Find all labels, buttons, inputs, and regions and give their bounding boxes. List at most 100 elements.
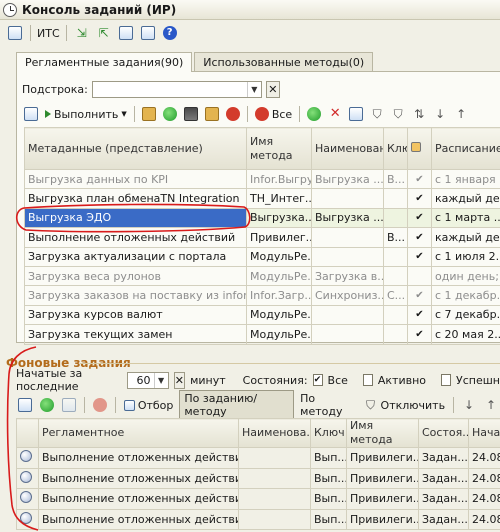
cell-start: 24.08 — [468, 488, 500, 510]
cell-method: Привилеги... — [346, 508, 419, 531]
table-row[interactable]: Выполнение отложенных действий Вып... Прив… — [16, 447, 500, 469]
separator — [299, 106, 301, 122]
cell-name: Загрузка веса рулонов — [24, 265, 247, 287]
copy-button[interactable] — [60, 396, 78, 414]
add-button[interactable] — [38, 396, 56, 414]
cell-key: С... — [383, 285, 408, 306]
col-scheduled[interactable]: Регламентное — [38, 418, 239, 448]
list-button[interactable] — [139, 24, 157, 42]
col-use[interactable] — [407, 127, 432, 170]
sort-filter-button[interactable]: ⇅ — [410, 105, 428, 123]
import-button[interactable]: ⇱ — [95, 24, 113, 42]
col-icon[interactable] — [16, 418, 39, 448]
by-task-button[interactable]: По заданию/методу — [179, 390, 295, 420]
table-row[interactable]: Выгрузка ЭДО Выгрузка... Выгрузка ... ✔ с 1 … — [24, 207, 500, 229]
cell-name: Загрузка заказов на поставку из infor — [24, 285, 247, 306]
key-button[interactable] — [140, 105, 158, 123]
cell-method: Привилеги... — [346, 488, 419, 510]
clear-filter-button[interactable]: ✕ — [265, 80, 280, 98]
table-row[interactable]: Выгрузка план обменаTN Integration TH_Инт… — [24, 188, 500, 209]
form-icon — [8, 26, 22, 40]
cell-icon — [16, 467, 39, 490]
sort-desc-button[interactable]: ↑ — [452, 105, 470, 123]
col-method[interactable]: Имя метода — [246, 127, 312, 170]
table-row[interactable]: Загрузка текущих замен МодульРе... ✔ с 20 м… — [24, 324, 500, 345]
state-success-checkbox[interactable] — [441, 374, 452, 386]
upload-button[interactable] — [203, 105, 221, 123]
table-row[interactable]: Загрузка веса рулонов МодульРе... Загрузка… — [24, 265, 500, 287]
copy-button[interactable] — [182, 105, 200, 123]
title-bar: Консоль заданий (ИР) — [0, 0, 500, 20]
selection-button[interactable]: Отбор — [122, 399, 176, 412]
job-icon — [20, 491, 32, 504]
col-method[interactable]: Имя метода — [346, 418, 419, 448]
cell-key — [383, 246, 408, 267]
tab-scheduled-tasks[interactable]: Регламентные задания(90) — [16, 52, 193, 72]
clear-filter-button[interactable]: ⛉ — [389, 105, 407, 123]
new-window-button[interactable] — [117, 24, 135, 42]
form-settings-button[interactable] — [6, 24, 24, 42]
cancel-button[interactable] — [91, 396, 109, 414]
filter-button[interactable]: ⛉ — [368, 105, 386, 123]
enable-button[interactable] — [161, 105, 179, 123]
col-start[interactable]: Нача — [468, 418, 500, 448]
table-row[interactable]: Выполнение отложенных действий Привилег..… — [24, 227, 500, 248]
col-key[interactable]: Ключ — [383, 127, 408, 170]
cell-key: В... — [383, 227, 408, 248]
table-row[interactable]: Выполнение отложенных действий Вып... Прив… — [16, 488, 500, 510]
job-icon — [20, 470, 32, 483]
cell-use: ✔ — [407, 188, 432, 209]
disable-button[interactable] — [224, 105, 242, 123]
its-button[interactable]: ИТС — [37, 24, 60, 42]
background-jobs-table: Регламентное Наименова... Ключ Имя метод… — [16, 418, 500, 531]
sort-desc-button[interactable]: ↑ — [482, 396, 500, 414]
state-active-checkbox[interactable] — [362, 374, 373, 386]
tab-used-methods[interactable]: Использованные методы(0) — [194, 52, 374, 71]
table-header: Метаданные (представление) Имя метода На… — [24, 127, 500, 170]
cell-schedule: один день; ... — [431, 265, 500, 287]
cell-method: Выгрузка... — [246, 207, 312, 229]
state-label: Состояния: — [242, 373, 308, 387]
table-row[interactable]: Загрузка актуализации с портала МодульРе.… — [24, 246, 500, 267]
col-schedule[interactable]: Расписание — [431, 127, 500, 170]
cell-key — [383, 304, 408, 326]
cell-method: TH_Интег... — [246, 188, 312, 209]
cell-name: Выполнение отложенных действий — [24, 227, 247, 248]
cell-use: ✔ — [407, 168, 432, 190]
all-button[interactable]: Все — [253, 107, 294, 121]
help-button[interactable]: ? — [161, 24, 179, 42]
table-row[interactable]: Загрузка курсов валют МодульРе... ✔ с 7 дек… — [24, 304, 500, 326]
sort-asc-button[interactable]: ↓ — [460, 396, 478, 414]
table-row[interactable]: Выполнение отложенных действий Вып... Прив… — [16, 467, 500, 490]
filter-input[interactable]: ▼ — [91, 80, 262, 98]
by-method-button[interactable]: По методу — [298, 392, 357, 418]
table-row[interactable]: Загрузка заказов на поставку из infor Inf… — [24, 285, 500, 306]
col-metadata[interactable]: Метаданные (представление) — [24, 127, 247, 170]
delete-button[interactable]: ✕ — [326, 105, 344, 123]
export-button[interactable]: ⇲ — [73, 24, 91, 42]
cell-title — [311, 188, 384, 209]
form-settings-button[interactable] — [22, 105, 40, 123]
col-title[interactable]: Наименование — [311, 127, 384, 170]
cell-schedule: с 1 марта ... — [431, 207, 500, 229]
background-toolbar: Отбор По заданию/методу По методу ⛉ Отклю… — [16, 390, 500, 420]
chevron-down-icon[interactable]: ▼ — [153, 372, 168, 388]
disable-button[interactable]: ⛉ Отключить — [362, 398, 448, 412]
cell-method: МодульРе... — [246, 246, 312, 267]
cell-state: Задан... — [418, 508, 469, 531]
minutes-input[interactable]: 60 ▼ — [126, 371, 169, 389]
run-button[interactable]: Выполнить ▼ — [43, 108, 129, 121]
clear-minutes-button[interactable]: ✕ — [173, 371, 186, 389]
chevron-down-icon[interactable]: ▼ — [246, 81, 261, 97]
add-button[interactable] — [305, 105, 323, 123]
state-all-checkbox[interactable]: ✔ — [312, 374, 323, 386]
edit-button[interactable] — [347, 105, 365, 123]
col-state[interactable]: Состоя... — [418, 418, 469, 448]
col-key[interactable]: Ключ — [310, 418, 347, 448]
table-row[interactable]: Выгрузка данных по KPIInfor.Выгру...Выгр… — [24, 168, 500, 190]
cell-key: Вып... — [310, 508, 347, 531]
sort-asc-button[interactable]: ↓ — [431, 105, 449, 123]
table-row[interactable]: Выполнение отложенных действий Вып... Прив… — [16, 508, 500, 531]
col-name[interactable]: Наименова... — [238, 418, 311, 448]
form-settings-button[interactable] — [16, 396, 34, 414]
